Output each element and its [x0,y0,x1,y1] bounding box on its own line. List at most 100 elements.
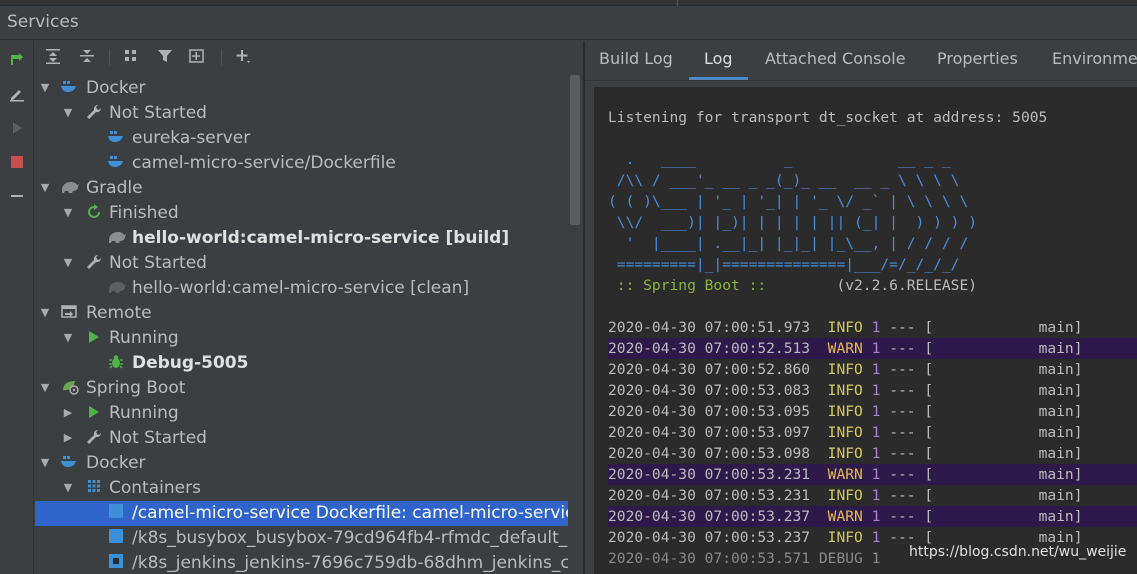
tree-item-container-jenkins[interactable]: /k8s_jenkins_jenkins-7696c759db-68dhm_je… [35,551,568,574]
collapse-all-icon[interactable] [77,47,97,67]
log-line: 2020-04-30 07:00:53.098 INFO 1 --- [ mai… [608,443,1083,464]
log-thread: main] [933,466,1083,483]
log-level: INFO [827,319,863,336]
tree-item-docker[interactable]: ▼ Docker [35,76,568,101]
log-separator: --- [ [880,445,934,462]
panel-splitter[interactable] [583,41,585,574]
tree-item-spring-boot[interactable]: ▼ Spring Boot [35,376,568,401]
spring-banner-line: \\/ ___)| |_)| | | | | || (_| | ) ) ) ) [608,214,978,231]
wrench-icon [85,103,103,123]
spring-boot-version-line: :: Spring Boot :: (v2.2.6.RELEASE) [608,275,977,296]
tree-item-running[interactable]: ▶ Running [35,401,568,426]
container-icon [107,503,125,523]
tab-properties[interactable]: Properties [937,49,1018,68]
log-level: INFO [827,445,863,462]
expand-arrow-icon[interactable]: ▼ [38,303,52,323]
tree-item-containers[interactable]: ▼ Containers [35,476,568,501]
tree-item-container-camel[interactable]: /camel-micro-service Dockerfile: camel-m… [35,501,568,526]
expand-arrow-icon[interactable]: ▼ [61,253,75,273]
log-separator: --- [ [880,382,934,399]
log-level: WARN [827,466,863,483]
expand-arrow-icon[interactable]: ▼ [38,78,52,98]
tree-item-debug-5005[interactable]: Debug-5005 [35,351,568,376]
run-icon[interactable] [8,119,26,137]
console-listening-line: Listening for transport dt_socket at add… [608,109,1048,126]
tab-build-log[interactable]: Build Log [599,49,673,68]
tree-item-not-started[interactable]: ▼ Not Started [35,251,568,276]
tree-item-gradle[interactable]: ▼ Gradle [35,176,568,201]
collapse-icon[interactable] [8,187,26,205]
group-by-icon[interactable] [121,47,141,67]
add-icon[interactable] [233,47,253,67]
tree-item-label: Running [109,328,179,348]
docker-icon [107,153,125,173]
expand-arrow-icon[interactable]: ▼ [61,328,75,348]
log-line: 2020-04-30 07:00:53.571 DEBUG 1 [608,548,880,569]
tree-item-finished[interactable]: ▼ Finished [35,201,568,226]
stop-icon[interactable] [8,153,26,171]
title-bar: Services [0,0,1137,40]
tree-item-label: /k8s_jenkins_jenkins-7696c759db-68dhm_je… [132,553,568,573]
expand-arrow-icon[interactable]: ▶ [61,428,75,448]
log-level: DEBUG [818,550,863,567]
expand-arrow-icon[interactable]: ▼ [61,478,75,498]
tab-attached-console[interactable]: Attached Console [765,49,906,68]
spring-banner-line: ' |____| .__|_| |_|_| |_\__, | / / / / [608,235,969,252]
tree-scrollbar[interactable] [570,75,580,225]
tab-environment[interactable]: Environme [1052,49,1137,68]
log-separator: --- [ [880,403,934,420]
tree-item-label: camel-micro-service/Dockerfile [132,153,396,173]
toolbar-separator [109,49,110,65]
tree-item-not-started[interactable]: ▼ Not Started [35,101,568,126]
filter-icon[interactable] [155,47,175,67]
expand-arrow-icon[interactable]: ▶ [61,403,75,423]
tree-item-label: eureka-server [132,128,251,148]
edit-icon[interactable] [8,85,26,103]
tree-item-camel-dockerfile[interactable]: camel-micro-service/Dockerfile [35,151,568,176]
log-line: 2020-04-30 07:00:53.237 WARN 1 --- [ mai… [608,506,1137,527]
new-tab-icon[interactable] [187,47,207,67]
gradle-icon [107,278,126,298]
left-toolbar [0,41,34,574]
spring-banner-line: ( ( )\___ | '_ | '_| | '_ \/ _` | \ \ \ … [608,193,969,210]
tree-item-container-busybox[interactable]: /k8s_busybox_busybox-79cd964fb4-rfmdc_de… [35,526,568,551]
log-pid: 1 [871,550,881,567]
spring-boot-icon [60,378,79,398]
log-timestamp: 2020-04-30 07:00:52.513 [608,340,811,357]
detail-tabs: Build Log Log Attached Console Propertie… [585,41,1137,81]
tree-item-gradle-build[interactable]: hello-world:camel-micro-service [build] [35,226,568,251]
expand-arrow-icon[interactable]: ▼ [38,178,52,198]
log-line: 2020-04-30 07:00:53.095 INFO 1 --- [ mai… [608,401,1083,422]
tree-item-eureka-server[interactable]: eureka-server [35,126,568,151]
expand-arrow-icon[interactable]: ▼ [61,203,75,223]
log-thread: main] [933,508,1083,525]
tree-item-label: /camel-micro-service Dockerfile: camel-m… [132,503,568,523]
log-thread: main] [933,487,1083,504]
log-console[interactable]: Listening for transport dt_socket at add… [594,87,1137,574]
log-level: INFO [827,403,863,420]
log-line: 2020-04-30 07:00:52.860 INFO 1 --- [ mai… [608,359,1083,380]
log-thread: main] [933,424,1083,441]
tree-item-running[interactable]: ▼ Running [35,326,568,351]
container-icon [107,528,125,548]
log-timestamp: 2020-04-30 07:00:53.237 [608,508,811,525]
log-level: WARN [827,340,863,357]
tree-item-gradle-clean[interactable]: hello-world:camel-micro-service [clean] [35,276,568,301]
expand-arrow-icon[interactable]: ▼ [38,378,52,398]
expand-all-icon[interactable] [43,47,63,67]
tree-item-not-started[interactable]: ▶ Not Started [35,426,568,451]
tab-log[interactable]: Log [704,49,733,68]
tree-item-label: Not Started [109,103,207,123]
expand-arrow-icon[interactable]: ▼ [38,453,52,473]
gradle-icon [107,228,126,248]
log-line: 2020-04-30 07:00:53.097 INFO 1 --- [ mai… [608,422,1083,443]
tree-item-docker[interactable]: ▼ Docker [35,451,568,476]
tree-item-label: Debug-5005 [132,353,249,373]
tree-item-remote[interactable]: ▼ Remote [35,301,568,326]
rerun-icon[interactable] [8,51,26,69]
expand-arrow-icon[interactable]: ▼ [61,103,75,123]
gradle-icon [60,178,79,198]
log-level: INFO [827,487,863,504]
tree-item-label: Docker [86,78,146,98]
spring-banner-line: . ____ _ __ _ _ [608,151,951,168]
